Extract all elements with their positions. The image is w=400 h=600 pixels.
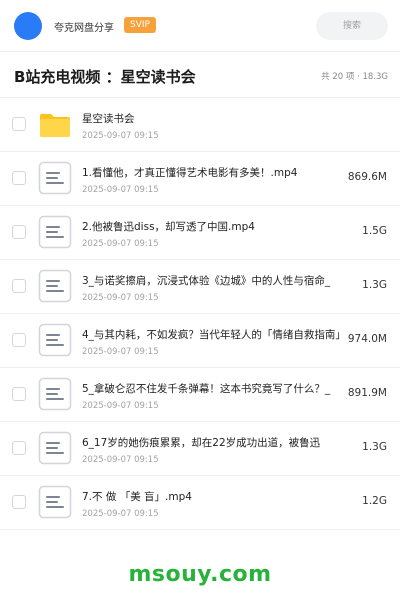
item-checkbox[interactable] <box>12 333 26 347</box>
watermark: msouy.com <box>128 562 272 587</box>
item-size: 1.3G <box>362 279 387 291</box>
item-checkbox[interactable] <box>12 225 26 239</box>
item-name[interactable]: 星空读书会 <box>82 111 354 126</box>
item-name[interactable]: 7.不 做 「美 盲」.mp4 <box>82 489 354 504</box>
item-name[interactable]: 1.看懂他，才真正懂得艺术电影有多美！.mp4 <box>82 165 354 180</box>
search-input[interactable] <box>316 12 388 40</box>
item-checkbox[interactable] <box>12 279 26 293</box>
item-date: 2025-09-07 09:15 <box>82 131 159 141</box>
list-item[interactable]: 3_与诺奖擦肩，沉浸式体验《边城》中的人性与宿命_ 2025-09-07 09:1… <box>0 260 400 314</box>
item-size: 1.2G <box>362 495 387 507</box>
item-date: 2025-09-07 09:15 <box>82 293 159 303</box>
item-checkbox[interactable] <box>12 495 26 509</box>
list-item[interactable]: 6_17岁的她伤痕累累，却在22岁成功出道，被鲁迅 2025-09-07 09:1… <box>0 422 400 476</box>
svip-badge: SVIP <box>124 17 156 33</box>
avatar[interactable] <box>14 12 42 40</box>
item-checkbox[interactable] <box>12 117 26 131</box>
list-item[interactable]: 星空读书会 2025-09-07 09:15 <box>0 98 400 152</box>
item-size: 869.6M <box>347 171 387 183</box>
item-name[interactable]: 3_与诺奖擦肩，沉浸式体验《边城》中的人性与宿命_ <box>82 273 354 288</box>
item-checkbox[interactable] <box>12 387 26 401</box>
file-list: 星空读书会 2025-09-07 09:15 1.看懂他，才真正懂得艺术电影有多美！… <box>0 98 400 530</box>
item-checkbox[interactable] <box>12 171 26 185</box>
list-item[interactable]: 5_拿破仑忍不住发千条弹幕！这本书究竟写了什么？_ 2025-09-07 09:1… <box>0 368 400 422</box>
item-name[interactable]: 6_17岁的她伤痕累累，却在22岁成功出道，被鲁迅 <box>82 435 354 450</box>
site-name: 夸克网盘分享 <box>54 23 114 34</box>
folder-header: B站充电视频 ：星空读书会 共 20 项 · 18.3G <box>0 52 400 98</box>
item-name[interactable]: 5_拿破仑忍不住发千条弹幕！这本书究竟写了什么？_ <box>82 381 354 396</box>
list-item[interactable]: 2.他被鲁迅diss，却写透了中国.mp4 2025-09-07 09:15 1.5… <box>0 206 400 260</box>
document-icon <box>38 485 72 519</box>
list-item[interactable]: 1.看懂他，才真正懂得艺术电影有多美！.mp4 2025-09-07 09:15 8… <box>0 152 400 206</box>
document-icon <box>38 323 72 357</box>
document-icon <box>38 431 72 465</box>
document-icon <box>38 269 72 303</box>
item-checkbox[interactable] <box>12 441 26 455</box>
page-title: B站充电视频 ：星空读书会 <box>14 68 196 86</box>
list-item[interactable]: 4_与其内耗，不如发疯？当代年轻人的「情绪自救指南」 2025-09-07 09:… <box>0 314 400 368</box>
item-size: 1.5G <box>362 225 387 237</box>
folder-summary: 共 20 项 · 18.3G <box>321 72 388 82</box>
item-date: 2025-09-07 09:15 <box>82 455 159 465</box>
list-item[interactable]: 7.不 做 「美 盲」.mp4 2025-09-07 09:15 1.2G <box>0 476 400 530</box>
document-icon <box>38 161 72 195</box>
item-name[interactable]: 4_与其内耗，不如发疯？当代年轻人的「情绪自救指南」 <box>82 327 354 342</box>
item-name[interactable]: 2.他被鲁迅diss，却写透了中国.mp4 <box>82 219 354 234</box>
folder-icon <box>38 107 72 141</box>
document-icon <box>38 377 72 411</box>
top-bar: 夸克网盘分享 SVIP <box>0 0 400 52</box>
item-date: 2025-09-07 09:15 <box>82 401 159 411</box>
document-icon <box>38 215 72 249</box>
item-size: 1.3G <box>362 441 387 453</box>
item-date: 2025-09-07 09:15 <box>82 347 159 357</box>
item-date: 2025-09-07 09:15 <box>82 239 159 249</box>
item-date: 2025-09-07 09:15 <box>82 185 159 195</box>
item-date: 2025-09-07 09:15 <box>82 509 159 519</box>
item-size: 974.0M <box>347 333 387 345</box>
item-size: 891.9M <box>347 387 387 399</box>
